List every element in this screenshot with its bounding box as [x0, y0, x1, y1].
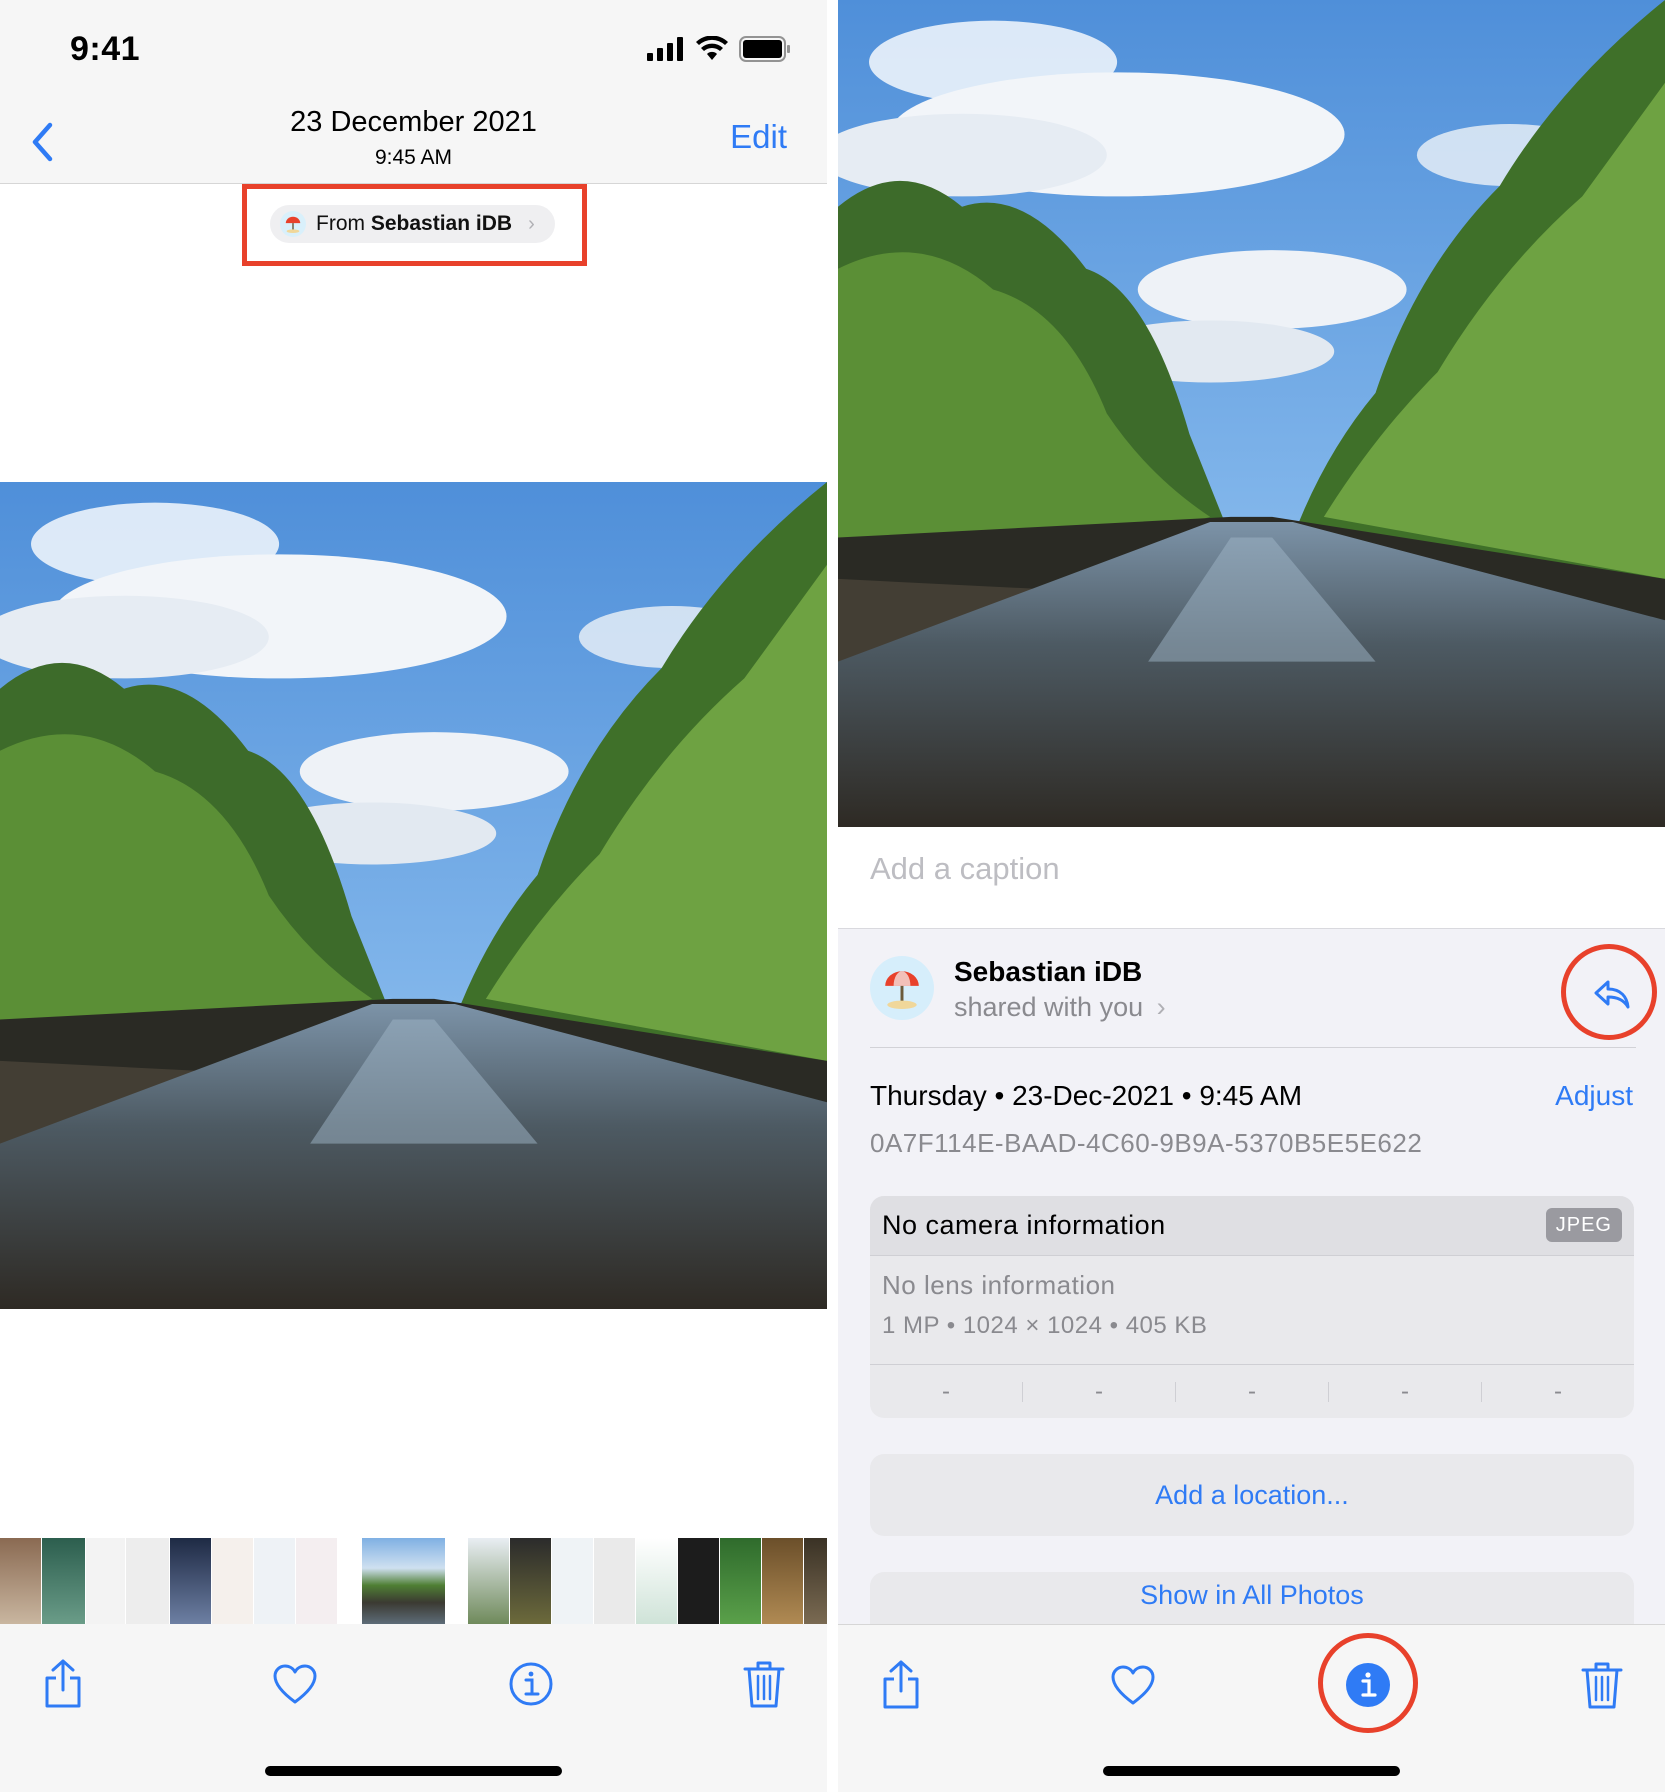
add-location-button[interactable]: Add a location... — [870, 1454, 1634, 1536]
share-button[interactable] — [33, 1654, 93, 1714]
exif-value: - — [1023, 1379, 1176, 1403]
bottom-toolbar — [838, 1624, 1665, 1792]
thumbnail[interactable] — [42, 1538, 86, 1624]
thumbnail[interactable] — [594, 1538, 636, 1624]
thumbnail[interactable] — [552, 1538, 594, 1624]
sender-name: Sebastian iDB — [954, 956, 1143, 987]
photo-date-line: Thursday • 23-Dec-2021 • 9:45 AM — [870, 1080, 1303, 1111]
trash-icon — [1581, 1662, 1623, 1709]
bottom-toolbar — [0, 1624, 827, 1792]
thumbnail[interactable] — [636, 1538, 678, 1624]
thumbnail[interactable] — [126, 1538, 170, 1624]
camera-info-title: No camera information — [882, 1210, 1166, 1240]
chevron-right-icon: › — [1156, 992, 1166, 1022]
favorite-button[interactable] — [265, 1654, 325, 1714]
thumbnail-gap — [338, 1538, 362, 1624]
photo-time-subtitle: 9:45 AM — [374, 146, 453, 169]
share-icon — [45, 1659, 81, 1708]
thumbnail[interactable] — [510, 1538, 552, 1624]
thumbnail[interactable] — [678, 1538, 720, 1624]
navigation-bar: 23 December 2021 9:45 AM Edit — [0, 96, 827, 184]
signal-icon — [647, 37, 683, 61]
thumbnail[interactable] — [720, 1538, 762, 1624]
caption-area — [838, 827, 1665, 929]
wifi-icon — [696, 36, 728, 60]
image-specs: 1 MP • 1024 × 1024 • 405 KB — [882, 1312, 1208, 1339]
sender-avatar — [870, 956, 934, 1020]
photo-filmstrip[interactable] — [0, 1538, 827, 1624]
highlight-annotation-rect — [242, 184, 587, 266]
thumbnail[interactable] — [762, 1538, 804, 1624]
trash-icon — [743, 1661, 785, 1708]
thumbnail[interactable] — [86, 1538, 126, 1624]
thumbnail[interactable] — [254, 1538, 296, 1624]
landscape-photo — [838, 0, 1665, 827]
share-button[interactable] — [871, 1655, 931, 1715]
show-in-all-photos-button[interactable]: Show in All Photos — [870, 1572, 1634, 1624]
format-badge: JPEG — [1545, 1208, 1622, 1242]
photo-viewer-panel: 9:41 23 December 2021 9:45 AM Edit From … — [0, 0, 827, 1792]
status-time: 9:41 — [70, 30, 141, 68]
photo-info-panel: Sebastian iDB shared with you › Thursday… — [838, 0, 1665, 1792]
home-indicator — [265, 1766, 562, 1776]
camera-info-card: No camera information JPEG No lens infor… — [870, 1196, 1634, 1418]
thumbnail-current[interactable] — [362, 1538, 446, 1624]
share-icon — [883, 1660, 919, 1709]
thumbnail[interactable] — [468, 1538, 510, 1624]
caption-input[interactable] — [870, 851, 1630, 887]
exif-value: - — [1329, 1379, 1482, 1403]
exif-row: - - - - - — [870, 1364, 1634, 1418]
exif-value: - — [1554, 1377, 1562, 1405]
info-button[interactable] — [501, 1654, 561, 1714]
thumbnail[interactable] — [0, 1538, 42, 1624]
highlight-annotation-circle — [1561, 944, 1657, 1040]
photo-date-title: 23 December 2021 — [290, 106, 537, 138]
adjust-date-button[interactable]: Adjust — [1555, 1080, 1633, 1112]
highlight-annotation-circle — [1318, 1633, 1418, 1733]
camera-card-header: No camera information JPEG — [870, 1196, 1634, 1256]
status-icons — [647, 36, 791, 62]
thumbnail-gap — [446, 1538, 468, 1624]
thumbnail[interactable] — [804, 1538, 827, 1624]
shared-subtitle: shared with you › — [954, 992, 1166, 1023]
delete-button[interactable] — [734, 1654, 794, 1714]
shared-subtitle-text: shared with you — [954, 992, 1144, 1022]
heart-icon — [273, 1664, 317, 1704]
info-icon — [509, 1662, 553, 1706]
shared-by-row[interactable]: Sebastian iDB shared with you › — [870, 930, 1636, 1048]
panel-divider — [827, 0, 838, 1792]
heart-icon — [1111, 1665, 1155, 1705]
thumbnail[interactable] — [296, 1538, 338, 1624]
photo[interactable] — [0, 482, 827, 1309]
favorite-button[interactable] — [1103, 1655, 1163, 1715]
battery-icon — [739, 36, 790, 62]
thumbnail[interactable] — [170, 1538, 212, 1624]
photo[interactable] — [838, 0, 1665, 827]
status-bar: 9:41 — [0, 0, 827, 96]
delete-button[interactable] — [1572, 1655, 1632, 1715]
exif-value: - — [870, 1379, 1023, 1403]
thumbnail[interactable] — [212, 1538, 254, 1624]
beach-umbrella-icon — [885, 971, 919, 1009]
photo-uuid: 0A7F114E-BAAD-4C60-9B9A-5370B5E5E622 — [870, 1128, 1423, 1158]
exif-value: - — [1176, 1379, 1329, 1403]
landscape-photo — [0, 482, 827, 1309]
lens-info: No lens information — [882, 1270, 1116, 1300]
edit-button[interactable]: Edit — [730, 118, 787, 156]
home-indicator — [1103, 1766, 1400, 1776]
